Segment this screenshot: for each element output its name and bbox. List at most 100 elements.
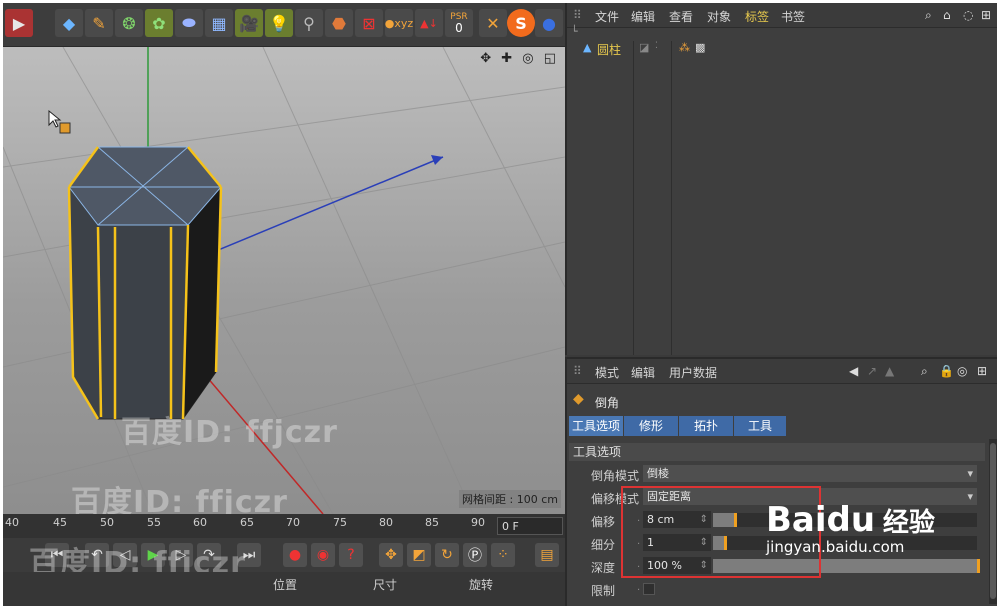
transport-bar: ⏮ ↶ ◁ ▶ ▷ ↷ ⏭ ● ◉ ? ✥ ◩ ↻ Ⓟ ⁘ ▤ 百度ID: ff… xyxy=(3,538,565,581)
timeline-tick: 65 xyxy=(240,516,254,529)
param-label: 深度 xyxy=(591,561,616,575)
menu-edit[interactable]: 编辑 xyxy=(631,8,655,25)
snap-icon[interactable]: ✕ xyxy=(479,9,507,37)
subdivision-icon[interactable]: ❂ xyxy=(115,9,143,37)
tab-topology[interactable]: 拓扑 xyxy=(679,416,733,436)
3d-viewport[interactable]: ✥ ✚ ◎ ◱ 百度ID: ffjczr 百度ID: ffjczr 网格间距 :… xyxy=(3,47,565,514)
menu-tags[interactable]: 标签 xyxy=(745,8,769,25)
param-bevel-mode: 倒角模式 倒棱 xyxy=(567,463,981,485)
new-panel-icon[interactable]: ⊞ xyxy=(977,364,987,378)
tree-line-icon: └ xyxy=(571,25,578,38)
tab-shaping[interactable]: 修形 xyxy=(624,416,678,436)
record-key-icon[interactable]: ● xyxy=(283,543,307,567)
xyz-coord-icon[interactable]: ●xyz xyxy=(385,9,413,37)
search-icon[interactable]: ⌕ xyxy=(921,364,928,379)
rotate-key-icon[interactable]: ↻ xyxy=(435,543,459,567)
param-label: 细分 xyxy=(591,538,616,552)
pen-icon[interactable]: ✎ xyxy=(85,9,113,37)
phong-tag-icon[interactable]: ⁂ xyxy=(679,41,690,54)
timeline-tick: 90 xyxy=(471,516,485,529)
timeline-tick: 80 xyxy=(379,516,393,529)
home-icon[interactable]: ⌂ xyxy=(943,8,951,22)
timeline-tick: 85 xyxy=(425,516,439,529)
tag-icon[interactable]: ⬣ xyxy=(325,9,353,37)
param-label: 倒角模式 xyxy=(591,469,640,483)
timeline-tick: 55 xyxy=(147,516,161,529)
keyframe-help-icon[interactable]: ? xyxy=(339,543,363,567)
grip-icon: ⠿ xyxy=(573,364,582,378)
object-name[interactable]: 圆柱 xyxy=(597,41,621,58)
material-icon[interactable]: ● xyxy=(535,9,563,37)
baidu-watermark: Baidu 经验 jingyan.baidu.com xyxy=(766,500,935,556)
timeline-tick: 70 xyxy=(286,516,300,529)
menu-view[interactable]: 查看 xyxy=(669,8,693,25)
tab-tool[interactable]: 工具 xyxy=(734,416,786,436)
clapper-icon[interactable]: ▶ xyxy=(5,9,33,37)
film-icon[interactable]: ▤ xyxy=(535,543,559,567)
floor-icon[interactable]: ▦ xyxy=(205,9,233,37)
scale-key-icon[interactable]: ◩ xyxy=(407,543,431,567)
back-arrow-icon[interactable]: ◀ xyxy=(849,364,858,378)
tab-tool-options[interactable]: 工具选项 xyxy=(569,416,623,436)
timeline-tick: 50 xyxy=(100,516,114,529)
psr-value: 0 xyxy=(455,21,463,35)
search-icon[interactable]: ⌕ xyxy=(925,8,932,23)
up-arrow-icon[interactable]: ↗ xyxy=(867,364,877,378)
param-label: 偏移 xyxy=(591,515,616,529)
object-row-cylinder[interactable]: └ ▲ 圆柱 ◪ ⁚ ⁂ ▩ xyxy=(567,25,997,59)
lock-icon[interactable]: 🔒 xyxy=(939,364,954,378)
render-icon[interactable]: ⊠ xyxy=(355,9,383,37)
timeline-tick: 75 xyxy=(333,516,347,529)
scrollbar[interactable] xyxy=(989,439,997,604)
new-panel-icon[interactable]: ⊞ xyxy=(981,8,991,22)
coordinates-manager: 位置 尺寸 旋转 xyxy=(3,572,565,606)
point-level-icon[interactable]: ⁘ xyxy=(491,543,515,567)
main-toolbar: ▶ ◆ ✎ ❂ ✿ ⬬ ▦ 🎥 💡 ⚲ ⬣ ⊠ ●xyz ▲↓ PSR 0 ✕ … xyxy=(3,3,565,47)
baidu-url: jingyan.baidu.com xyxy=(766,538,905,556)
deformer-icon[interactable]: ⬬ xyxy=(175,9,203,37)
target-icon[interactable]: ◎ xyxy=(957,364,967,378)
limit-checkbox[interactable] xyxy=(643,583,655,595)
scrollbar-thumb[interactable] xyxy=(990,443,996,599)
param-label: 限制 xyxy=(591,584,616,598)
auto-key-icon[interactable]: ◉ xyxy=(311,543,335,567)
menu-mode[interactable]: 模式 xyxy=(595,364,619,381)
filter-icon[interactable]: ◌ xyxy=(963,8,973,22)
parameter-key-icon[interactable]: Ⓟ xyxy=(463,543,487,567)
grid-spacing-label: 网格间距 : 100 cm xyxy=(459,490,561,508)
current-frame-field[interactable]: 0 F xyxy=(497,517,563,535)
forward-arrow-icon[interactable]: ▲ xyxy=(885,364,894,378)
menu-file[interactable]: 文件 xyxy=(595,8,619,25)
param-limit: 限制 . . . xyxy=(567,578,981,600)
viewport-nav-icons[interactable]: ✥ ✚ ◎ ◱ xyxy=(480,51,559,66)
s-icon[interactable]: S xyxy=(507,9,535,37)
axis-icon[interactable]: ▲↓ xyxy=(415,9,443,37)
tool-title: 倒角 xyxy=(595,396,620,410)
light-icon[interactable]: 💡 xyxy=(265,9,293,37)
coords-position-label: 位置 xyxy=(273,578,298,592)
timeline[interactable]: 40 45 50 55 60 65 70 75 80 85 90 0 F xyxy=(3,514,565,538)
menu-objects[interactable]: 对象 xyxy=(707,8,731,25)
timeline-tick: 60 xyxy=(193,516,207,529)
watermark: 百度ID: ffjczr xyxy=(121,415,338,450)
psr-button[interactable]: PSR 0 xyxy=(445,9,473,37)
visibility-dots-icon[interactable]: ⁚ xyxy=(655,41,658,51)
coords-rotation-label: 旋转 xyxy=(469,578,494,592)
menu-edit[interactable]: 编辑 xyxy=(631,364,655,381)
layer-icon[interactable]: ◪ xyxy=(639,41,649,54)
column-divider xyxy=(671,41,672,355)
move-key-icon[interactable]: ✥ xyxy=(379,543,403,567)
cylinder-icon: ▲ xyxy=(583,41,592,54)
menu-user-data[interactable]: 用户数据 xyxy=(669,364,717,381)
array-icon[interactable]: ✿ xyxy=(145,9,173,37)
cube-icon[interactable]: ◆ xyxy=(55,9,83,37)
figure-icon[interactable]: ⚲ xyxy=(295,9,323,37)
bevel-tool-icon: ◆ xyxy=(573,391,584,407)
section-header[interactable]: 工具选项 xyxy=(569,443,985,461)
menu-bookmarks[interactable]: 书签 xyxy=(781,8,805,25)
watermark: 百度ID: ffjczr xyxy=(71,485,288,514)
object-manager-menubar: ⠿ 文件 编辑 查看 对象 标签 书签 ⌕ ⌂ ◌ ⊞ xyxy=(567,3,997,28)
bevel-mode-select[interactable]: 倒棱 xyxy=(643,465,977,482)
camera-icon[interactable]: 🎥 xyxy=(235,9,263,37)
checker-tag-icon[interactable]: ▩ xyxy=(695,41,705,54)
